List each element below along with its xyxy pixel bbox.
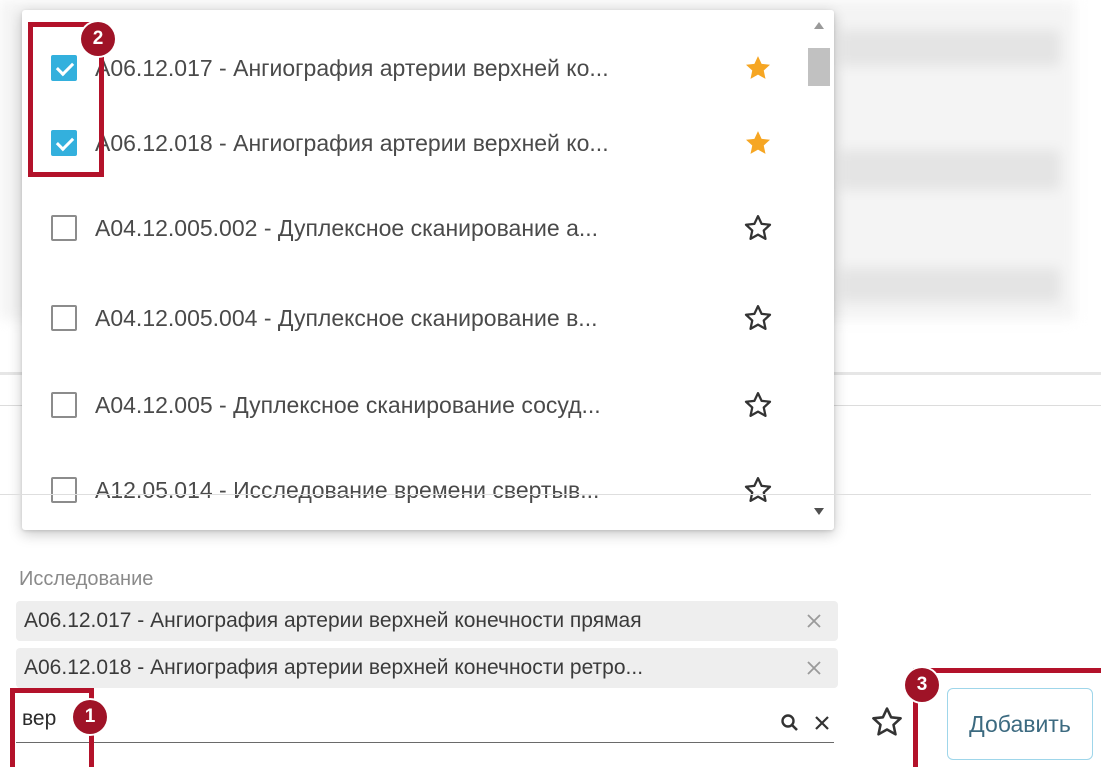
chip-label: A06.12.018 - Ангиография артерии верхней…	[24, 656, 644, 679]
annotation-badge-1: 1	[73, 700, 107, 734]
input-underline	[16, 742, 834, 743]
form-divider	[0, 494, 1091, 495]
option-label: A06.12.017 - Ангиография артерии верхней…	[95, 54, 609, 81]
dropdown-option[interactable]: A06.12.017 - Ангиография артерии верхней…	[22, 38, 802, 98]
star-outline-icon[interactable]	[743, 390, 773, 420]
option-checkbox[interactable]	[51, 305, 77, 331]
annotation-badge-3: 3	[905, 668, 939, 702]
dropdown-scrollbar[interactable]	[804, 10, 834, 530]
dropdown-option[interactable]: A12.05.014 - Исследование времени сверты…	[22, 460, 802, 520]
scroll-up-arrow-icon[interactable]	[814, 22, 824, 29]
option-label: A12.05.014 - Исследование времени сверты…	[95, 476, 600, 503]
field-label: Исследование	[19, 568, 154, 590]
dropdown-option[interactable]: A04.12.005.004 - Дуплексное сканирование…	[22, 288, 802, 348]
scroll-thumb[interactable]	[808, 48, 830, 86]
star-filled-icon[interactable]	[743, 53, 773, 83]
search-icon[interactable]	[778, 711, 802, 735]
star-outline-icon[interactable]	[743, 213, 773, 243]
scroll-down-arrow-icon[interactable]	[814, 508, 824, 515]
star-filled-icon[interactable]	[743, 128, 773, 158]
close-icon[interactable]	[802, 656, 826, 680]
dropdown-option[interactable]: A06.12.018 - Ангиография артерии верхней…	[22, 113, 802, 173]
option-checkbox[interactable]	[51, 392, 77, 418]
star-outline-icon[interactable]	[743, 303, 773, 333]
add-button[interactable]: Добавить	[947, 688, 1093, 760]
option-label: A04.12.005.002 - Дуплексное сканирование…	[95, 214, 599, 241]
selected-chip: A06.12.017 - Ангиография артерии верхней…	[16, 601, 838, 641]
options-dropdown: A06.12.017 - Ангиография артерии верхней…	[22, 10, 834, 530]
option-checkbox[interactable]	[51, 477, 77, 503]
dropdown-option[interactable]: A04.12.005.002 - Дуплексное сканирование…	[22, 198, 802, 258]
star-outline-icon[interactable]	[743, 475, 773, 505]
search-input[interactable]: вер	[16, 695, 834, 743]
close-icon[interactable]	[802, 609, 826, 633]
selected-chip: A06.12.018 - Ангиография артерии верхней…	[16, 648, 838, 688]
option-checkbox[interactable]	[51, 215, 77, 241]
dropdown-option[interactable]: A04.12.005 - Дуплексное сканирование сос…	[22, 375, 802, 435]
option-label: A06.12.018 - Ангиография артерии верхней…	[95, 129, 609, 156]
annotation-badge-2: 2	[81, 22, 115, 56]
star-outline-icon[interactable]	[870, 705, 904, 739]
chip-label: A06.12.017 - Ангиография артерии верхней…	[24, 609, 642, 632]
clear-icon[interactable]	[810, 711, 834, 735]
option-label: A04.12.005 - Дуплексное сканирование сос…	[95, 391, 601, 418]
annotation-frame-add-button	[913, 668, 1101, 673]
option-label: A04.12.005.004 - Дуплексное сканирование…	[95, 304, 598, 331]
